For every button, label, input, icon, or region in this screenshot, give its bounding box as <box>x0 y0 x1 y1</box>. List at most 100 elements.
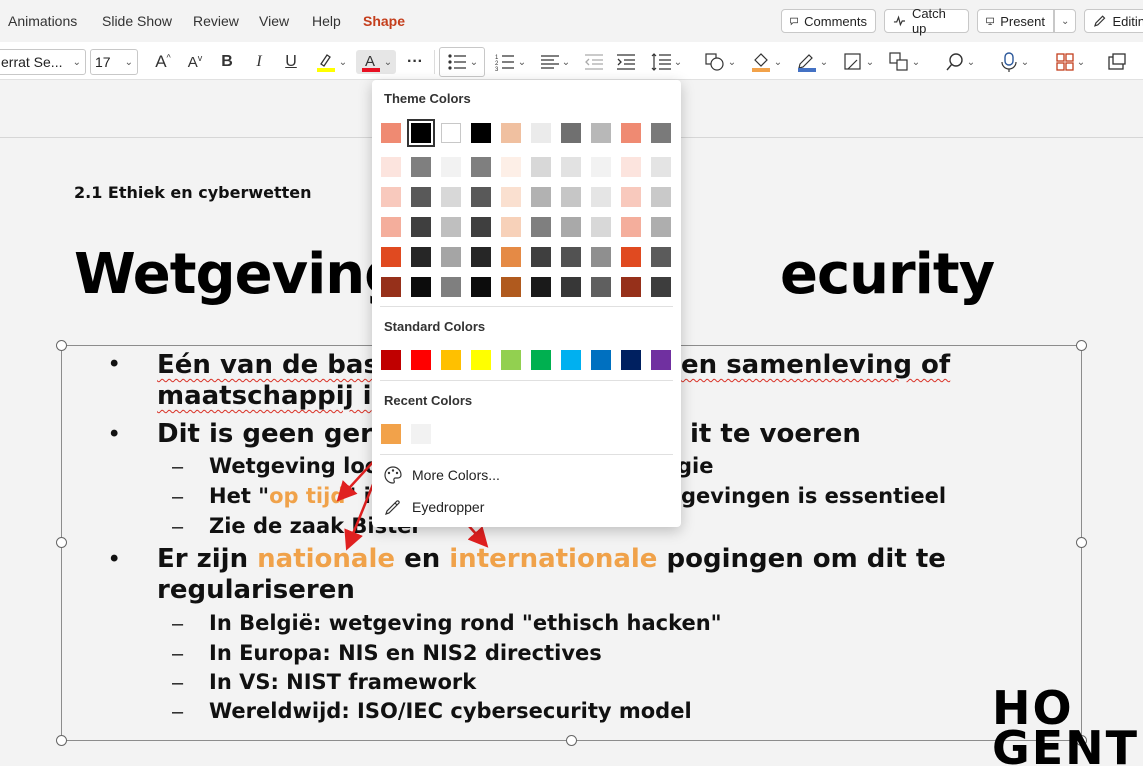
sub-2-text-right[interactable]: gevingen is essentieel <box>681 484 946 508</box>
theme-shade-swatch[interactable] <box>471 187 491 207</box>
theme-shade-swatch[interactable] <box>471 157 491 177</box>
theme-shade-swatch[interactable] <box>441 187 461 207</box>
theme-shade-swatch[interactable] <box>381 247 401 267</box>
line-spacing-button[interactable]: ⌄ <box>646 50 686 74</box>
eyedropper-item[interactable]: Eyedropper <box>382 494 671 520</box>
add-ins-button[interactable] <box>1104 50 1130 74</box>
theme-shade-swatch[interactable] <box>411 187 431 207</box>
more-options-button[interactable]: ··· <box>402 50 428 74</box>
tab-help[interactable]: Help <box>312 13 341 29</box>
shape-effects-button[interactable]: ⌄ <box>838 50 878 74</box>
theme-shade-swatch[interactable] <box>591 247 611 267</box>
sub-1-text[interactable]: Wetgeving loo <box>209 454 379 478</box>
theme-shade-swatch[interactable] <box>411 157 431 177</box>
theme-shade-swatch[interactable] <box>651 247 671 267</box>
standard-color-swatch[interactable] <box>471 350 491 370</box>
highlight-button[interactable]: ⌄ <box>312 50 350 74</box>
theme-shade-swatch[interactable] <box>411 247 431 267</box>
theme-shade-swatch[interactable] <box>561 187 581 207</box>
resize-handle-mr[interactable] <box>1076 537 1087 548</box>
designer-button[interactable]: ⌄ <box>1048 50 1092 74</box>
resize-handle-tr[interactable] <box>1076 340 1087 351</box>
bullet-3-cont[interactable]: regulariseren <box>157 575 355 605</box>
theme-color-swatch[interactable] <box>531 123 551 143</box>
theme-color-swatch[interactable] <box>381 123 401 143</box>
arrange-button[interactable]: ⌄ <box>884 50 924 74</box>
sub-list-item[interactable]: In Europa: NIS en NIS2 directives <box>209 641 602 665</box>
bullet-1-text[interactable]: Eén van de bas <box>157 350 379 380</box>
underline-button[interactable]: U <box>280 50 302 74</box>
theme-shade-swatch[interactable] <box>441 157 461 177</box>
recent-color-swatch[interactable] <box>411 424 431 444</box>
present-button[interactable]: Present <box>977 9 1054 33</box>
standard-color-swatch[interactable] <box>411 350 431 370</box>
theme-shade-swatch[interactable] <box>561 247 581 267</box>
increase-indent-button[interactable] <box>614 50 638 74</box>
theme-shade-swatch[interactable] <box>381 277 401 297</box>
bullets-button[interactable]: ⌄ <box>439 47 485 77</box>
shapes-button[interactable]: ⌄ <box>700 50 740 74</box>
theme-color-swatch[interactable] <box>621 123 641 143</box>
resize-handle-tl[interactable] <box>56 340 67 351</box>
theme-shade-swatch[interactable] <box>501 217 521 237</box>
theme-color-swatch[interactable] <box>651 123 671 143</box>
tab-review[interactable]: Review <box>193 13 239 29</box>
theme-shade-swatch[interactable] <box>531 187 551 207</box>
theme-shade-swatch[interactable] <box>441 217 461 237</box>
standard-color-swatch[interactable] <box>501 350 521 370</box>
theme-shade-swatch[interactable] <box>561 217 581 237</box>
font-size-select[interactable]: 17 ⌄ <box>90 49 138 75</box>
theme-color-swatch[interactable] <box>441 123 461 143</box>
theme-shade-swatch[interactable] <box>621 277 641 297</box>
standard-color-swatch[interactable] <box>651 350 671 370</box>
theme-shade-swatch[interactable] <box>381 157 401 177</box>
shape-outline-button[interactable]: ⌄ <box>792 50 832 74</box>
theme-shade-swatch[interactable] <box>501 157 521 177</box>
italic-button[interactable]: I <box>248 50 270 74</box>
tab-view[interactable]: View <box>259 13 289 29</box>
theme-shade-swatch[interactable] <box>471 247 491 267</box>
theme-color-swatch[interactable] <box>561 123 581 143</box>
theme-shade-swatch[interactable] <box>411 217 431 237</box>
theme-shade-swatch[interactable] <box>621 157 641 177</box>
theme-shade-swatch[interactable] <box>651 187 671 207</box>
standard-color-swatch[interactable] <box>531 350 551 370</box>
theme-color-swatch[interactable] <box>471 123 491 143</box>
standard-color-swatch[interactable] <box>381 350 401 370</box>
theme-shade-swatch[interactable] <box>381 217 401 237</box>
theme-shade-swatch[interactable] <box>471 277 491 297</box>
find-button[interactable]: ⌄ <box>940 50 980 74</box>
present-dropdown-button[interactable]: ⌄ <box>1054 9 1076 33</box>
theme-shade-swatch[interactable] <box>531 277 551 297</box>
slide-title[interactable]: Wetgeving ecurity <box>74 242 995 307</box>
theme-shade-swatch[interactable] <box>591 277 611 297</box>
theme-color-swatch[interactable] <box>501 123 521 143</box>
numbering-button[interactable]: 123 ⌄ <box>492 50 528 74</box>
bullet-1-cont[interactable]: maatschappij i <box>157 381 372 411</box>
theme-shade-swatch[interactable] <box>501 187 521 207</box>
sub-list-item[interactable]: Wereldwijd: ISO/IEC cybersecurity model <box>209 699 692 723</box>
theme-shade-swatch[interactable] <box>441 247 461 267</box>
grow-font-button[interactable]: A^ <box>152 50 174 74</box>
theme-color-swatch[interactable] <box>591 123 611 143</box>
standard-color-swatch[interactable] <box>591 350 611 370</box>
theme-shade-swatch[interactable] <box>381 187 401 207</box>
theme-shade-swatch[interactable] <box>651 277 671 297</box>
tab-slide-show[interactable]: Slide Show <box>102 13 172 29</box>
theme-shade-swatch[interactable] <box>621 187 641 207</box>
standard-color-swatch[interactable] <box>561 350 581 370</box>
decrease-indent-button[interactable] <box>582 50 606 74</box>
theme-shade-swatch[interactable] <box>591 157 611 177</box>
align-button[interactable]: ⌄ <box>536 50 574 74</box>
bullet-3-text[interactable]: Er zijn nationale en internationale pogi… <box>157 544 946 574</box>
theme-shade-swatch[interactable] <box>411 277 431 297</box>
sub-1-text-right[interactable]: gie <box>677 454 713 478</box>
font-name-select[interactable]: errat Se... ⌄ <box>0 49 86 75</box>
theme-shade-swatch[interactable] <box>441 277 461 297</box>
theme-shade-swatch[interactable] <box>561 157 581 177</box>
sub-list-item[interactable]: In België: wetgeving rond "ethisch hacke… <box>209 611 722 635</box>
theme-shade-swatch[interactable] <box>531 217 551 237</box>
bullet-2-text-right[interactable]: it te voeren <box>690 419 861 449</box>
theme-shade-swatch[interactable] <box>651 217 671 237</box>
theme-shade-swatch[interactable] <box>591 187 611 207</box>
